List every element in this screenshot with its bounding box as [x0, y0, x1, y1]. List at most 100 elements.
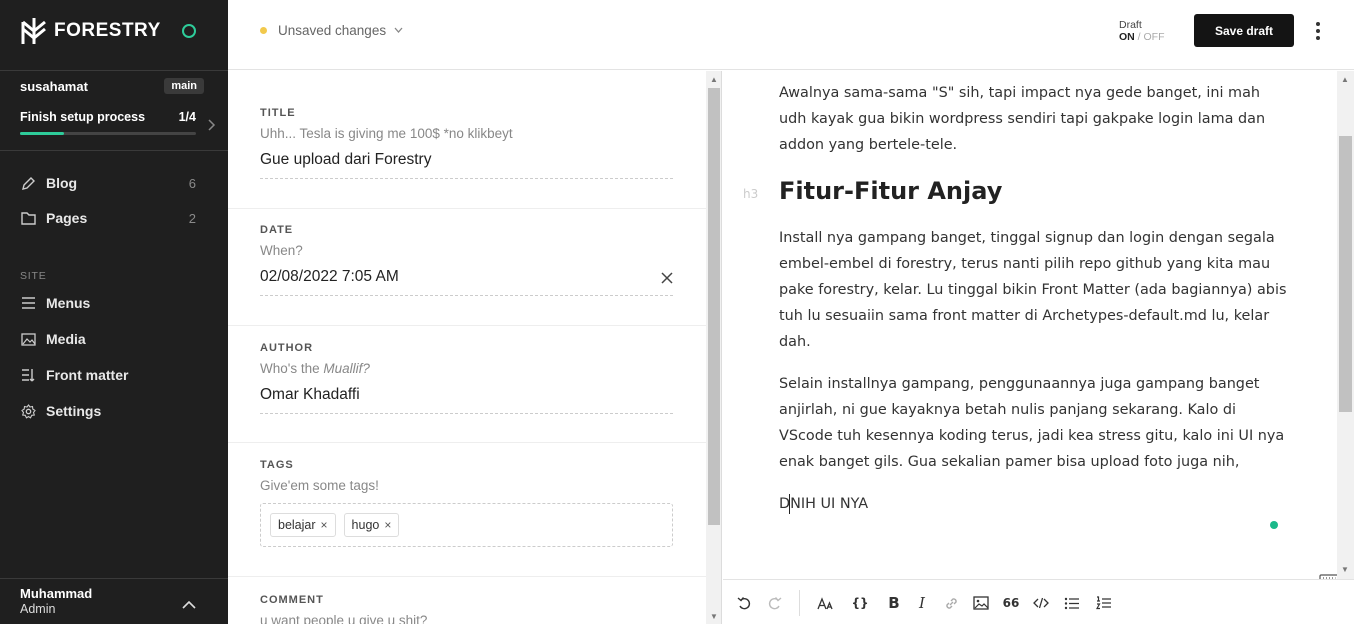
- code-icon[interactable]: [1031, 593, 1051, 613]
- remove-tag-icon[interactable]: ×: [321, 518, 328, 532]
- unsaved-dot-icon: [260, 27, 267, 34]
- field-hint: Give'em some tags!: [260, 478, 379, 493]
- field-hint: Uhh... Tesla is giving me 100$ *no klikb…: [260, 126, 513, 141]
- author-field: AUTHOR Who's the Muallif? Omar Khadaffi: [260, 342, 673, 414]
- tags-field: TAGS Give'em some tags! belajar × hugo ×: [260, 459, 673, 547]
- date-value: 02/08/2022 7:05 AM: [260, 268, 399, 285]
- sidebar-item-label: Pages: [46, 210, 88, 226]
- bullet-list-icon[interactable]: [1062, 593, 1082, 613]
- field-label: TAGS: [260, 459, 294, 471]
- redo-icon[interactable]: [764, 593, 784, 613]
- sidebar-divider: [0, 578, 228, 579]
- status-indicator-icon[interactable]: [182, 24, 196, 38]
- numbered-list-icon[interactable]: [1094, 593, 1114, 613]
- setup-count: 1/4: [178, 110, 196, 124]
- user-role: Admin: [20, 602, 56, 616]
- unsaved-changes-dropdown[interactable]: Unsaved changes: [260, 23, 403, 38]
- field-divider: [228, 325, 706, 326]
- sidebar-item-label: Blog: [46, 175, 78, 191]
- field-hint: When?: [260, 243, 303, 258]
- branch-badge: main: [164, 78, 204, 94]
- editor-paragraph[interactable]: DNIH UI NYA: [779, 491, 1289, 517]
- save-draft-button[interactable]: Save draft: [1194, 14, 1294, 47]
- text-caret: [789, 494, 790, 514]
- bold-icon[interactable]: B: [884, 593, 904, 613]
- front-matter-icon: [20, 367, 36, 383]
- sync-status-dot-icon: [1270, 521, 1278, 529]
- remove-tag-icon[interactable]: ×: [384, 518, 391, 532]
- tags-input[interactable]: belajar × hugo ×: [260, 503, 673, 547]
- title-field: TITLE Uhh... Tesla is giving me 100$ *no…: [260, 107, 673, 179]
- sidebar-item-label: Media: [46, 331, 86, 347]
- setup-label: Finish setup process: [20, 110, 146, 124]
- image-icon: [20, 331, 36, 347]
- gear-icon: [20, 403, 36, 419]
- forestry-logo-icon: [21, 18, 46, 44]
- markdown-editor[interactable]: Awalnya sama-sama "S" sih, tapi impact n…: [723, 71, 1337, 579]
- editor-paragraph[interactable]: Install nya gampang banget, tinggal sign…: [779, 225, 1289, 355]
- text-size-icon[interactable]: [815, 593, 835, 613]
- sidebar-item-media[interactable]: Media: [20, 331, 196, 347]
- sidebar: FORESTRY susahamat main Finish setup pro…: [0, 0, 228, 624]
- sidebar-item-label: Front matter: [46, 367, 129, 383]
- sidebar-item-count: 2: [188, 210, 196, 226]
- user-menu[interactable]: Muhammad Admin: [20, 586, 92, 616]
- site-switcher[interactable]: susahamat main: [20, 78, 204, 94]
- comment-field: COMMENT u want people u give u shit?: [260, 594, 673, 624]
- draft-label: Draft: [1119, 19, 1142, 31]
- chevron-right-icon[interactable]: [208, 118, 216, 134]
- pages-icon: [20, 210, 36, 226]
- draft-off: OFF: [1143, 31, 1165, 43]
- form-scrollbar-thumb[interactable]: [708, 88, 720, 525]
- scroll-down-icon[interactable]: ▼: [1341, 565, 1349, 574]
- brand-logo[interactable]: FORESTRY: [20, 16, 161, 46]
- top-bar: Unsaved changes Draft ON / OFF Save draf…: [228, 0, 1354, 70]
- sidebar-item-blog[interactable]: Blog 6: [20, 175, 196, 191]
- draft-toggle[interactable]: Draft ON / OFF: [1119, 19, 1165, 43]
- sidebar-item-count: 6: [188, 175, 196, 191]
- sidebar-divider: [0, 150, 228, 151]
- sidebar-item-menus[interactable]: Menus: [20, 295, 196, 311]
- scroll-down-icon[interactable]: ▼: [710, 612, 718, 621]
- sidebar-item-label: Settings: [46, 403, 102, 419]
- undo-icon[interactable]: [734, 593, 754, 613]
- editor-scrollbar-thumb[interactable]: [1339, 136, 1352, 412]
- title-input[interactable]: Gue upload dari Forestry: [260, 151, 673, 179]
- editor-scrollbar[interactable]: ▲ ▼: [1337, 71, 1354, 579]
- form-scrollbar[interactable]: ▲ ▼: [706, 71, 722, 624]
- field-label: DATE: [260, 224, 294, 236]
- tag-chip[interactable]: hugo ×: [343, 513, 400, 537]
- quote-icon[interactable]: 66: [1001, 593, 1021, 613]
- editor-heading[interactable]: Fitur-Fitur Anjay: [779, 177, 1002, 205]
- italic-icon[interactable]: I: [912, 593, 932, 613]
- section-label-site: SITE: [20, 270, 47, 282]
- setup-progress[interactable]: Finish setup process 1/4: [20, 110, 196, 135]
- tag-chip[interactable]: belajar ×: [270, 513, 336, 537]
- scroll-up-icon[interactable]: ▲: [710, 75, 718, 84]
- sidebar-item-settings[interactable]: Settings: [20, 403, 196, 419]
- setup-progress-fill: [20, 132, 64, 135]
- date-input[interactable]: 02/08/2022 7:05 AM: [260, 268, 673, 296]
- setup-progress-bar: [20, 132, 196, 135]
- curly-braces-icon[interactable]: {}: [850, 593, 870, 613]
- chevron-up-icon[interactable]: [182, 596, 196, 614]
- draft-on: ON: [1119, 31, 1135, 43]
- author-input[interactable]: Omar Khadaffi: [260, 386, 673, 414]
- draft-slash: /: [1134, 31, 1144, 43]
- blog-icon: [20, 175, 36, 191]
- toolbar-divider: [799, 590, 800, 616]
- field-hint: u want people u give u shit?: [260, 613, 428, 624]
- date-field: DATE When? 02/08/2022 7:05 AM: [260, 224, 673, 296]
- editor-paragraph[interactable]: Selain installnya gampang, penggunaannya…: [779, 371, 1289, 475]
- more-options-icon[interactable]: [1311, 20, 1325, 42]
- clear-icon[interactable]: [661, 269, 673, 289]
- sidebar-item-front-matter[interactable]: Front matter: [20, 367, 196, 383]
- link-icon[interactable]: [941, 593, 961, 613]
- sidebar-item-pages[interactable]: Pages 2: [20, 210, 196, 226]
- sidebar-divider: [0, 70, 228, 71]
- editor-paragraph[interactable]: Awalnya sama-sama "S" sih, tapi impact n…: [779, 80, 1289, 158]
- sidebar-item-label: Menus: [46, 295, 91, 311]
- user-name: Muhammad: [20, 586, 93, 601]
- scroll-up-icon[interactable]: ▲: [1341, 75, 1349, 84]
- image-icon[interactable]: [971, 593, 991, 613]
